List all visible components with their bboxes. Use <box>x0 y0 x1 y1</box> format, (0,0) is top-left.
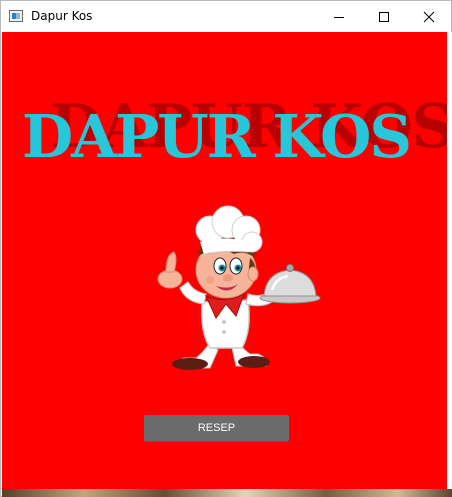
close-button[interactable] <box>406 1 451 32</box>
minimize-icon <box>333 16 344 18</box>
brand-logo: DAPUR KOS DAPUR KOS <box>22 87 447 171</box>
minimize-button[interactable] <box>316 1 361 32</box>
resep-button[interactable]: RESEP <box>144 415 289 441</box>
main-panel: DAPUR KOS DAPUR KOS RESEP <box>2 32 447 489</box>
window-frame-gutter <box>447 32 452 489</box>
app-icon <box>9 10 23 22</box>
chef-illustration <box>157 205 321 370</box>
window-title: Dapur Kos <box>31 9 93 23</box>
title-bar[interactable]: Dapur Kos <box>1 1 451 32</box>
background-photo-strip <box>2 489 452 497</box>
maximize-icon <box>378 11 389 22</box>
close-icon <box>423 11 434 22</box>
app-window: Dapur Kos DAPUR KOS DAPUR KOS RESEP <box>0 0 452 497</box>
brand-title: DAPUR KOS <box>22 102 412 171</box>
maximize-button[interactable] <box>361 1 406 32</box>
